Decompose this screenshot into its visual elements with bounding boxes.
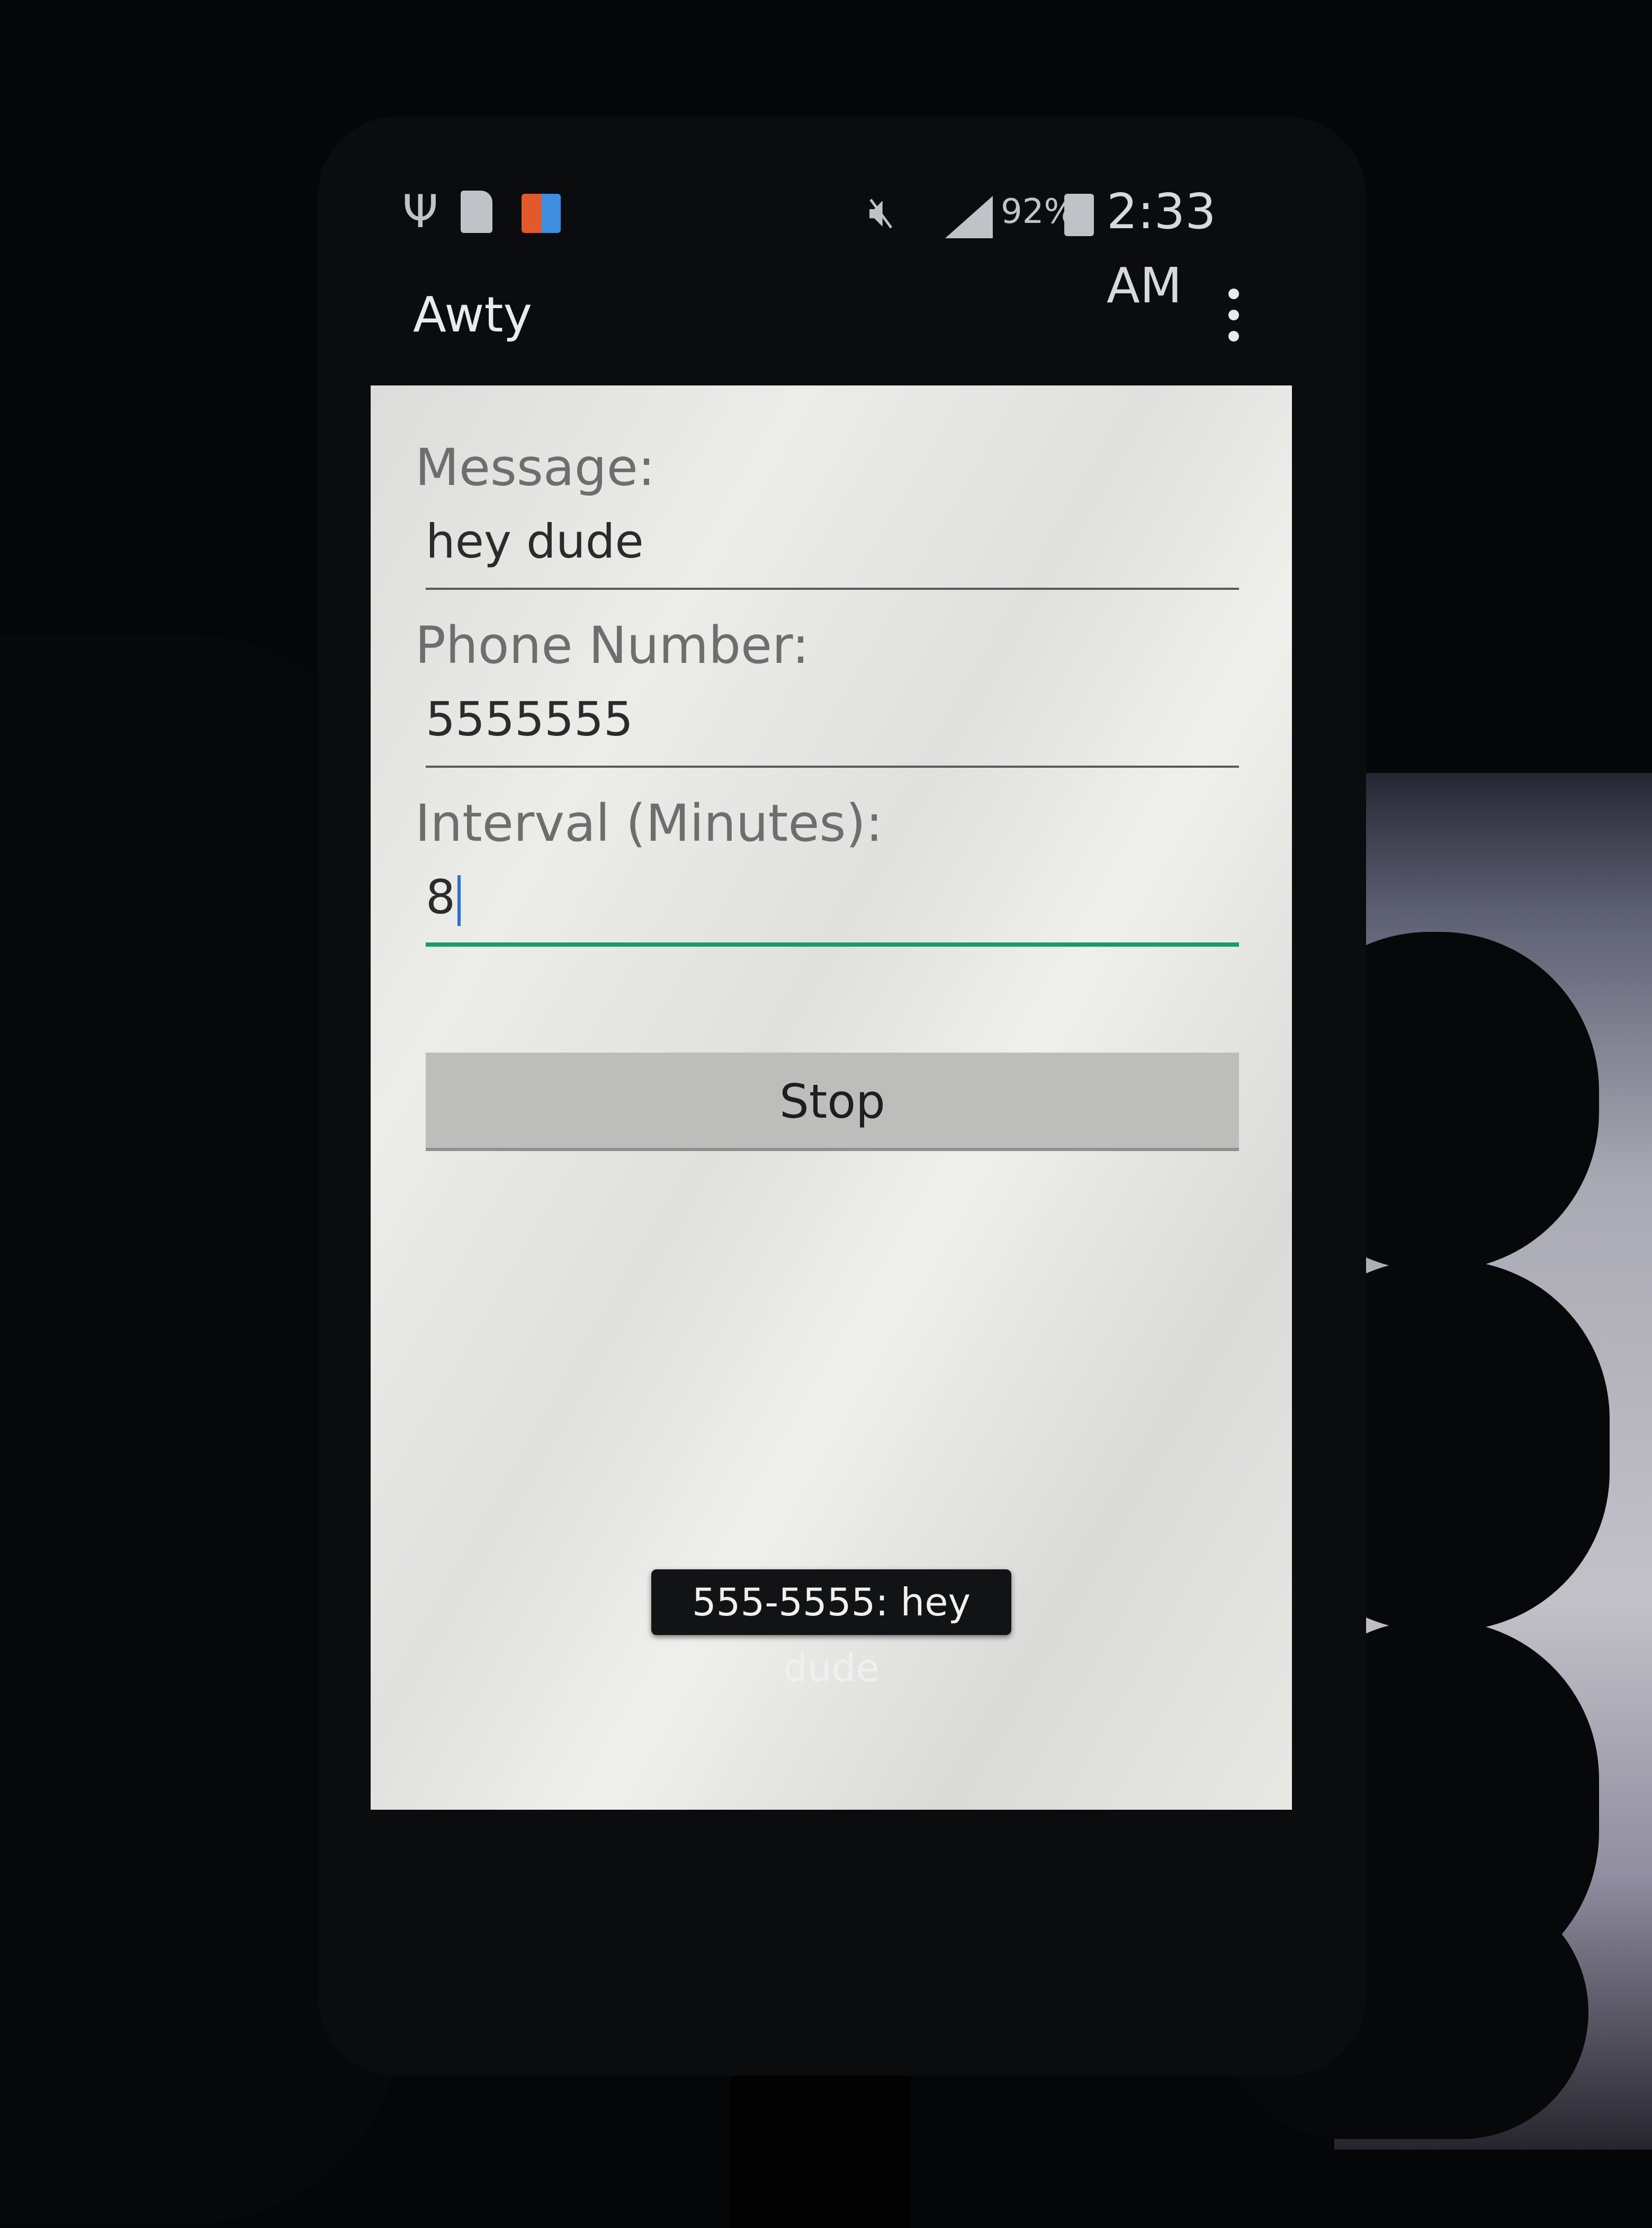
app-title: Awty [413,286,532,343]
phone-number-label: Phone Number: [415,616,810,675]
phone-number-input-underline [426,766,1239,768]
message-input-underline [426,588,1239,590]
mute-icon: 🔇︎ [868,187,895,236]
interval-input-underline [426,942,1239,947]
battery-charging-icon [1064,194,1094,236]
sd-card-icon [461,191,492,233]
text-cursor [457,875,461,927]
interval-label: Interval (Minutes): [415,794,883,853]
usb-icon: Ψ [402,185,438,238]
message-label: Message: [415,438,656,497]
signal-icon [945,196,993,238]
status-bar: Ψ 🔇︎ 92% 2:33 AM [392,175,1292,314]
overflow-menu-icon[interactable] [1218,289,1250,342]
message-input[interactable]: hey dude [426,513,644,571]
toast-message: 555-5555: hey dude [651,1569,1011,1690]
stop-button[interactable]: Stop [426,1053,1239,1151]
interval-input-value: 8 [426,870,455,924]
app-screen: Message: hey dude Phone Number: 5555555 … [371,385,1292,1810]
interval-input[interactable]: 8 [426,868,461,927]
app-notification-icon [522,194,561,233]
phone-number-input[interactable]: 5555555 [426,690,633,749]
action-bar: Awty [392,275,1292,355]
